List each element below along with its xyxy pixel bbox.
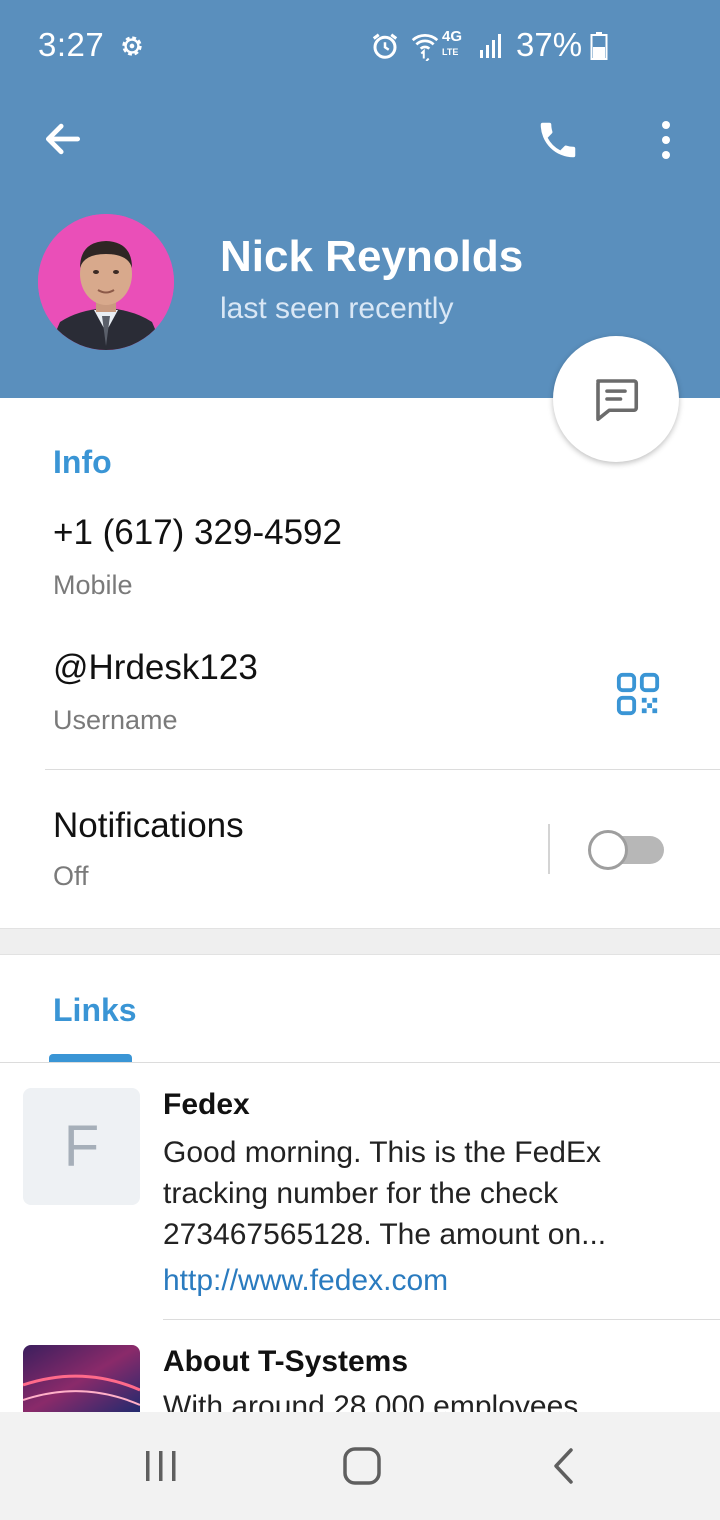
info-section-title: Info [53,444,112,480]
more-vertical-icon [662,121,670,159]
more-options-button[interactable] [648,112,684,168]
system-navigation-bar [0,1412,720,1520]
status-time: 3:27 [38,26,105,63]
home-button[interactable] [332,1436,392,1496]
alarm-icon [372,33,398,59]
avatar[interactable] [38,214,174,350]
nav-back-icon [554,1448,573,1484]
link-url[interactable]: http://www.fedex.com [163,1264,448,1298]
link-description: Good morning. This is the FedEx tracking… [163,1136,607,1251]
tab-links[interactable]: Links [53,992,137,1029]
last-seen-status: last seen recently [220,292,454,325]
qr-code-button[interactable] [612,668,664,720]
link-thumbnail: F [23,1088,140,1205]
message-icon [596,379,639,422]
recents-button[interactable] [131,1436,191,1496]
battery-percent: 37% [516,26,583,63]
username[interactable]: @Hrdesk123 [53,648,258,688]
link-thumbnail-image [23,1345,140,1415]
phone-icon [540,122,576,158]
section-gap [0,928,720,955]
settings-gear-icon [122,36,142,56]
back-arrow-icon [45,123,81,155]
qr-code-icon [616,672,660,716]
send-message-button[interactable] [553,336,679,462]
username-label: Username [53,705,178,735]
link-title[interactable]: Fedex [163,1088,250,1122]
tab-indicator [49,1054,132,1062]
notifications-value: Off [53,861,89,891]
link-title[interactable]: About T-Systems [163,1345,408,1379]
tabs-divider [0,1062,720,1063]
phone-number[interactable]: +1 (617) 329-4592 [53,513,342,553]
notifications-toggle[interactable] [588,830,666,870]
home-icon [343,1447,381,1485]
divider [45,769,720,770]
network-type: 4G LTE [442,28,463,57]
avatar-photo [38,214,174,350]
recents-icon [146,1451,176,1481]
wifi-icon [411,34,439,61]
status-bar: 3:27 4G LTE 37% [0,0,720,90]
call-button[interactable] [530,112,586,168]
notifications-label[interactable]: Notifications [53,806,244,846]
toggle-knob [588,830,628,870]
battery-icon [590,32,608,60]
contact-name: Nick Reynolds [220,232,524,281]
signal-icon [480,34,501,58]
list-divider [163,1319,720,1320]
back-button[interactable] [36,112,90,166]
nav-back-button[interactable] [534,1436,594,1496]
vertical-separator [548,824,550,874]
phone-label: Mobile [53,570,133,600]
